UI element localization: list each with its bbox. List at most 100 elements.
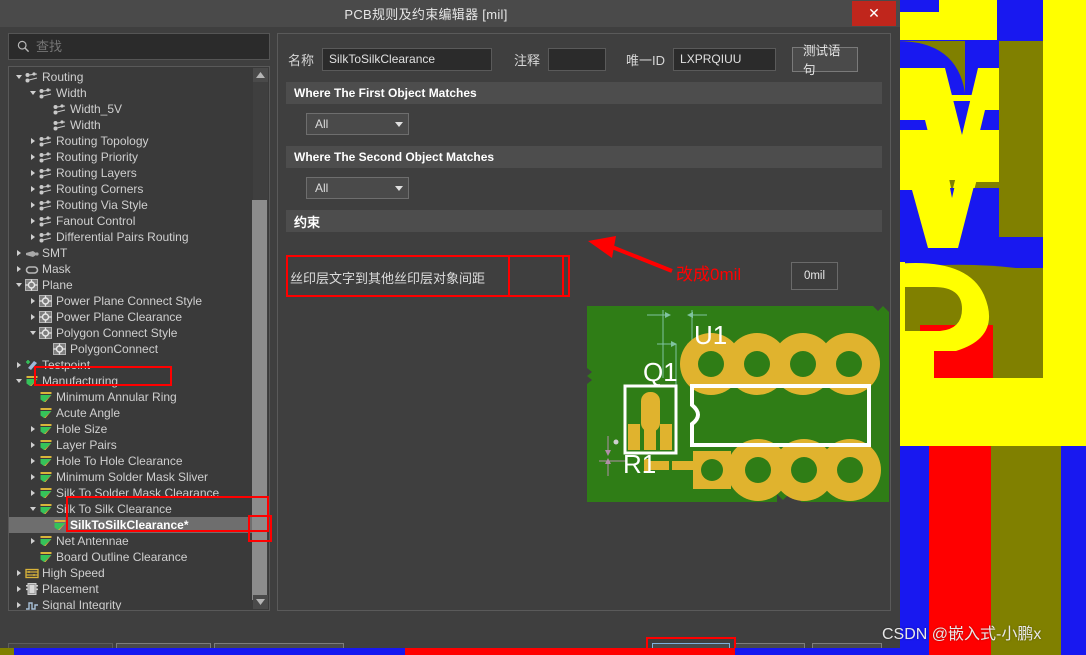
tree-expand-arrow-closed[interactable]	[13, 360, 24, 371]
tree-item[interactable]: Fanout Control	[9, 213, 252, 229]
tree-expand-arrow-closed[interactable]	[13, 600, 24, 611]
tree-item-label: Silk To Silk Clearance	[56, 502, 172, 516]
manufacturing-icon	[52, 519, 67, 532]
tree-item-label: Fanout Control	[56, 214, 136, 228]
tree-expand-arrow-closed[interactable]	[27, 440, 38, 451]
tree-expand-arrow-closed[interactable]	[13, 264, 24, 275]
tree-item[interactable]: Power Plane Clearance	[9, 309, 252, 325]
tree-item-label: Signal Integrity	[42, 598, 122, 610]
tree-item[interactable]: Hole Size	[9, 421, 252, 437]
tree-expand-arrow-closed[interactable]	[13, 248, 24, 259]
tree-item[interactable]: Width	[9, 117, 252, 133]
tree-expand-arrow-open[interactable]	[13, 72, 24, 83]
tree-item[interactable]: Routing Corners	[9, 181, 252, 197]
tree-item[interactable]: SMT	[9, 245, 252, 261]
constraint-value-field[interactable]: 0mil	[791, 262, 838, 290]
tree-item[interactable]: High Speed	[9, 565, 252, 581]
tree-arrow-spacer	[41, 344, 52, 355]
name-label: 名称	[288, 52, 315, 68]
tree-expand-arrow-closed[interactable]	[27, 472, 38, 483]
tree-item-label: Net Antennae	[56, 534, 129, 548]
tree-item[interactable]: Board Outline Clearance	[9, 549, 252, 565]
create-default-rules-button[interactable]: 创建默认规则 (C)	[214, 643, 344, 648]
tree-item[interactable]: PolygonConnect	[9, 341, 252, 357]
tree-item[interactable]: Differential Pairs Routing	[9, 229, 252, 245]
tree-item[interactable]: Routing Priority	[9, 149, 252, 165]
tree-item[interactable]: Width_5V	[9, 101, 252, 117]
test-query-button[interactable]: 测试语句	[792, 44, 859, 77]
tree-expand-arrow-closed[interactable]	[27, 312, 38, 323]
tree-expand-arrow-open[interactable]	[27, 504, 38, 515]
rule-name-field[interactable]: SilkToSilkClearance	[322, 47, 493, 71]
close-icon[interactable]: ✕	[852, 1, 896, 26]
tree-item-label: Testpoint	[42, 358, 91, 372]
tree-item[interactable]: Minimum Annular Ring	[9, 389, 252, 405]
tree-item[interactable]: Routing	[9, 69, 252, 85]
tree-item[interactable]: Routing Via Style	[9, 197, 252, 213]
search-box[interactable]	[8, 33, 270, 60]
tree-item[interactable]: SilkToSilkClearance*	[9, 517, 252, 533]
smt-icon	[24, 247, 39, 260]
ok-button[interactable]: 确定	[652, 643, 730, 648]
tree-scrollbar-thumb[interactable]	[252, 200, 267, 600]
bottom-color-strip	[0, 648, 1086, 655]
tree-item[interactable]: Placement	[9, 581, 252, 597]
tree-expand-arrow-closed[interactable]	[27, 216, 38, 227]
tree-item[interactable]: Power Plane Connect Style	[9, 293, 252, 309]
tree-expand-arrow-open[interactable]	[27, 88, 38, 99]
pcb-rules-dialog: PCB规则及约束编辑器 [mil] ✕ Routing Width Width_5V…	[0, 0, 900, 648]
dialog-footer: 规则向导 (R)... 优先级 (P)... 创建默认规则 (C) 确定 取消 …	[0, 637, 900, 648]
tree-item[interactable]: Layer Pairs	[9, 437, 252, 453]
tree-item[interactable]: Routing Topology	[9, 133, 252, 149]
tree-expand-arrow-closed[interactable]	[27, 232, 38, 243]
tree-item[interactable]: Silk To Solder Mask Clearance	[9, 485, 252, 501]
tree-scroll-up-button[interactable]	[253, 68, 268, 82]
priority-button[interactable]: 优先级 (P)...	[116, 643, 211, 648]
second-object-scope-select[interactable]: All	[306, 177, 409, 199]
tree-item[interactable]: Plane	[9, 277, 252, 293]
plane-icon	[38, 295, 53, 308]
tree-item[interactable]: Signal Integrity	[9, 597, 252, 610]
tree-expand-arrow-closed[interactable]	[13, 568, 24, 579]
rules-tree[interactable]: Routing Width Width_5V Width Routing Topolog…	[8, 66, 270, 611]
tree-item[interactable]: Routing Layers	[9, 165, 252, 181]
tree-expand-arrow-closed[interactable]	[27, 200, 38, 211]
apply-button[interactable]: 应用	[812, 643, 882, 648]
comment-field[interactable]	[548, 47, 607, 71]
tree-expand-arrow-open[interactable]	[13, 280, 24, 291]
tree-item[interactable]: Polygon Connect Style	[9, 325, 252, 341]
manufacturing-icon	[38, 535, 53, 548]
tree-expand-arrow-closed[interactable]	[27, 136, 38, 147]
tree-expand-arrow-closed[interactable]	[27, 152, 38, 163]
tree-item[interactable]: Width	[9, 85, 252, 101]
tree-expand-arrow-closed[interactable]	[13, 584, 24, 595]
routing-icon	[38, 167, 53, 180]
routing-icon	[38, 215, 53, 228]
tree-scrollbar-track[interactable]	[252, 82, 268, 600]
tree-expand-arrow-closed[interactable]	[27, 296, 38, 307]
tree-item[interactable]: Silk To Silk Clearance	[9, 501, 252, 517]
tree-item[interactable]: Minimum Solder Mask Sliver	[9, 469, 252, 485]
search-input[interactable]	[36, 39, 269, 54]
tree-expand-arrow-closed[interactable]	[27, 456, 38, 467]
tree-expand-arrow-closed[interactable]	[27, 536, 38, 547]
unique-id-field[interactable]: LXPRQIUU	[673, 47, 777, 71]
tree-item[interactable]: Manufacturing	[9, 373, 252, 389]
tree-item[interactable]: Net Antennae	[9, 533, 252, 549]
tree-expand-arrow-closed[interactable]	[27, 184, 38, 195]
tree-expand-arrow-closed[interactable]	[27, 488, 38, 499]
tree-expand-arrow-open[interactable]	[13, 376, 24, 387]
tree-expand-arrow-open[interactable]	[27, 328, 38, 339]
cancel-button[interactable]: 取消	[735, 643, 805, 648]
tree-item[interactable]: Hole To Hole Clearance	[9, 453, 252, 469]
first-object-scope-select[interactable]: All	[306, 113, 409, 135]
tree-item[interactable]: Testpoint	[9, 357, 252, 373]
tree-item-label: Width	[56, 86, 87, 100]
tree-expand-arrow-closed[interactable]	[27, 424, 38, 435]
tree-item[interactable]: Acute Angle	[9, 405, 252, 421]
tree-item[interactable]: Mask	[9, 261, 252, 277]
tree-expand-arrow-closed[interactable]	[27, 168, 38, 179]
routing-icon	[38, 87, 53, 100]
tree-scroll-down-button[interactable]	[253, 595, 268, 609]
rule-wizard-button[interactable]: 规则向导 (R)...	[8, 643, 113, 648]
